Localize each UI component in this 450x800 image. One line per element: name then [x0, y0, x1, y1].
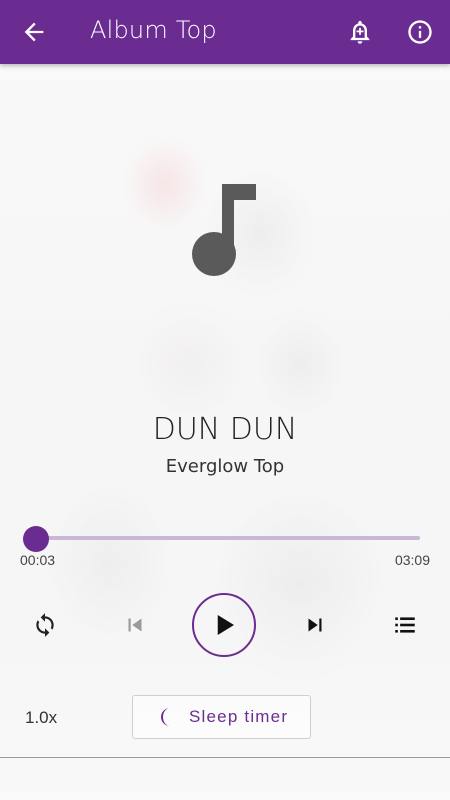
- total-time: 03:09: [394, 552, 430, 568]
- seek-bar[interactable]: [36, 536, 420, 540]
- sleep-timer-label: Sleep timer: [189, 707, 289, 726]
- arrow-back-icon[interactable]: [20, 18, 48, 46]
- seek-thumb[interactable]: [23, 526, 49, 552]
- moon-icon: [161, 708, 170, 726]
- repeat-icon: [36, 613, 54, 637]
- music-note-icon: [192, 184, 256, 276]
- skip-next-icon: [308, 618, 322, 632]
- song-title: DUN DUN: [152, 412, 298, 447]
- repeat-button[interactable]: [30, 610, 60, 640]
- app-bar: Album Top: [0, 0, 450, 64]
- queue-list-icon: [395, 617, 415, 633]
- playback-speed[interactable]: 1.0x: [25, 708, 57, 728]
- skip-previous-icon: [128, 618, 142, 632]
- info-icon[interactable]: [406, 18, 434, 46]
- song-artist: Everglow Top: [165, 456, 285, 477]
- current-time: 00:03: [20, 552, 56, 568]
- page-title: Album Top: [90, 16, 217, 44]
- sleep-timer-button[interactable]: Sleep timer: [132, 695, 311, 739]
- next-button[interactable]: [300, 610, 330, 640]
- play-button[interactable]: [192, 593, 256, 657]
- queue-button[interactable]: [390, 610, 420, 640]
- divider: [0, 757, 450, 758]
- previous-button[interactable]: [120, 610, 150, 640]
- play-icon: [217, 615, 234, 635]
- alarm-add-icon[interactable]: [346, 18, 374, 46]
